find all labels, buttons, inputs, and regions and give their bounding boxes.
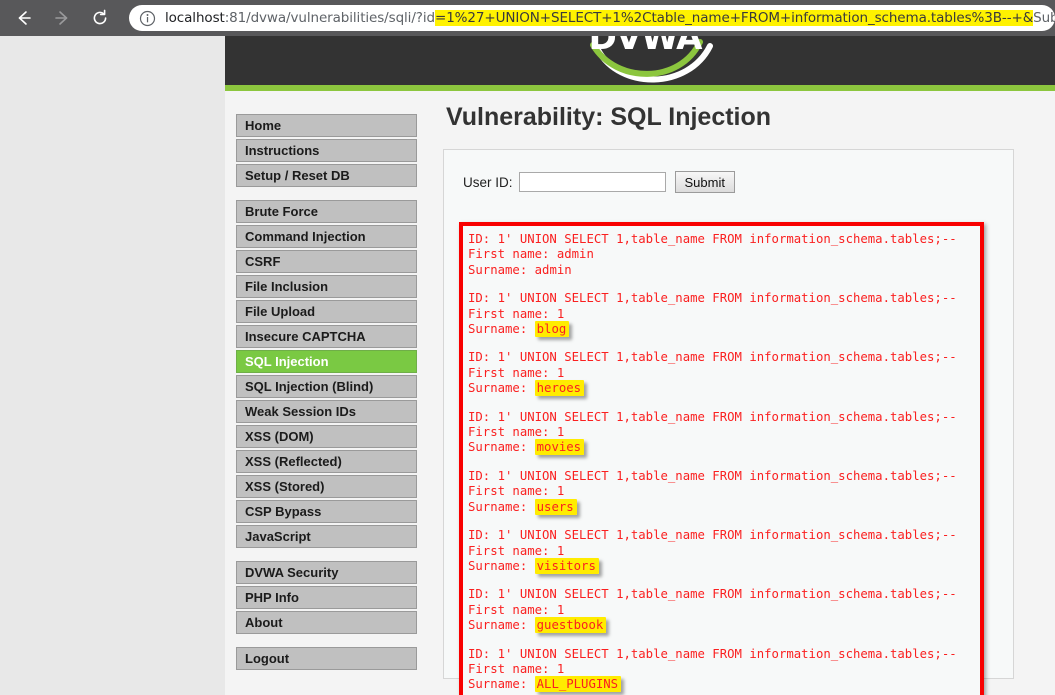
sql-results-annotation-box: ID: 1' UNION SELECT 1,table_name FROM in… <box>459 222 984 695</box>
result-firstname-line: First name: 1 <box>468 366 980 381</box>
result-block: ID: 1' UNION SELECT 1,table_name FROM in… <box>468 469 980 515</box>
result-block: ID: 1' UNION SELECT 1,table_name FROM in… <box>468 350 980 396</box>
sidebar-item-file-upload[interactable]: File Upload <box>236 300 417 323</box>
result-block: ID: 1' UNION SELECT 1,table_name FROM in… <box>468 528 980 574</box>
page-title: Vulnerability: SQL Injection <box>446 103 1043 132</box>
result-surname-label: Surname: <box>468 559 535 573</box>
result-surname-label: Surname: <box>468 618 535 632</box>
result-surname-line: Surname: users <box>468 500 980 515</box>
result-surname-label: Surname: <box>468 677 535 691</box>
result-surname-line: Surname: admin <box>468 263 980 278</box>
result-id-line: ID: 1' UNION SELECT 1,table_name FROM in… <box>468 647 980 662</box>
result-surname-line: Surname: blog <box>468 322 980 337</box>
back-arrow-icon[interactable] <box>9 3 39 33</box>
result-id-line: ID: 1' UNION SELECT 1,table_name FROM in… <box>468 469 980 484</box>
dvwa-header-banner: DVWA <box>225 36 1055 85</box>
sidebar-item-instructions[interactable]: Instructions <box>236 139 417 162</box>
result-surname-line: Surname: guestbook <box>468 618 980 633</box>
sidebar-item-dvwa-security[interactable]: DVWA Security <box>236 561 417 584</box>
url-tail: Submit=Submit# <box>1033 10 1055 26</box>
result-id-line: ID: 1' UNION SELECT 1,table_name FROM in… <box>468 410 980 425</box>
result-block: ID: 1' UNION SELECT 1,table_name FROM in… <box>468 232 980 278</box>
address-bar[interactable]: localhost:81/dvwa/vulnerabilities/sqli/?… <box>129 5 1055 31</box>
sidebar-item-insecure-captcha[interactable]: Insecure CAPTCHA <box>236 325 417 348</box>
highlighted-table-name: heroes <box>535 380 584 396</box>
main-panel: Vulnerability: SQL Injection User ID: Su… <box>443 103 1043 679</box>
result-surname-line: Surname: movies <box>468 440 980 455</box>
sidebar-item-xss-dom[interactable]: XSS (DOM) <box>236 425 417 448</box>
sidebar-item-home[interactable]: Home <box>236 114 417 137</box>
browser-toolbar: localhost:81/dvwa/vulnerabilities/sqli/?… <box>0 0 1055 36</box>
result-firstname-line: First name: 1 <box>468 307 980 322</box>
sidebar-item-xss-reflected[interactable]: XSS (Reflected) <box>236 450 417 473</box>
url-path: :81/dvwa/vulnerabilities/sqli/?id <box>225 10 435 26</box>
highlighted-table-name: visitors <box>535 558 599 574</box>
result-surname-label: Surname: <box>468 263 535 277</box>
result-surname-label: Surname: <box>468 322 535 336</box>
sidebar-item-file-inclusion[interactable]: File Inclusion <box>236 275 417 298</box>
result-id-line: ID: 1' UNION SELECT 1,table_name FROM in… <box>468 232 980 247</box>
highlighted-table-name: guestbook <box>535 617 607 633</box>
sidebar-group: Brute ForceCommand InjectionCSRFFile Inc… <box>236 200 417 548</box>
sidebar-nav: HomeInstructionsSetup / Reset DB Brute Fo… <box>236 114 417 683</box>
sidebar-group: HomeInstructionsSetup / Reset DB <box>236 114 417 187</box>
result-surname-line: Surname: heroes <box>468 381 980 396</box>
sidebar-item-csrf[interactable]: CSRF <box>236 250 417 273</box>
result-surname-line: Surname: visitors <box>468 559 980 574</box>
highlighted-table-name: blog <box>535 321 570 337</box>
sidebar-item-weak-session-ids[interactable]: Weak Session IDs <box>236 400 417 423</box>
result-firstname-line: First name: 1 <box>468 544 980 559</box>
submit-button[interactable]: Submit <box>675 171 735 193</box>
sidebar-item-logout[interactable]: Logout <box>236 647 417 670</box>
user-id-form: User ID: Submit <box>463 171 1013 193</box>
sidebar-item-about[interactable]: About <box>236 611 417 634</box>
result-block: ID: 1' UNION SELECT 1,table_name FROM in… <box>468 647 980 693</box>
sidebar-item-command-injection[interactable]: Command Injection <box>236 225 417 248</box>
result-id-line: ID: 1' UNION SELECT 1,table_name FROM in… <box>468 350 980 365</box>
sidebar-group: Logout <box>236 647 417 670</box>
address-bar-text: localhost:81/dvwa/vulnerabilities/sqli/?… <box>165 5 1055 31</box>
result-block: ID: 1' UNION SELECT 1,table_name FROM in… <box>468 587 980 633</box>
result-id-line: ID: 1' UNION SELECT 1,table_name FROM in… <box>468 587 980 602</box>
result-id-line: ID: 1' UNION SELECT 1,table_name FROM in… <box>468 291 980 306</box>
site-info-icon[interactable] <box>139 10 156 27</box>
sidebar-item-php-info[interactable]: PHP Info <box>236 586 417 609</box>
sql-results-output: ID: 1' UNION SELECT 1,table_name FROM in… <box>468 232 980 695</box>
result-surname-line: Surname: ALL_PLUGINS <box>468 677 980 692</box>
sidebar-item-xss-stored[interactable]: XSS (Stored) <box>236 475 417 498</box>
browser-viewport: DVWA HomeInstructionsSetup / Reset DB Bru… <box>0 36 1055 695</box>
reload-icon[interactable] <box>85 3 115 33</box>
vulnerability-box: User ID: Submit ID: 1' UNION SELECT 1,ta… <box>443 149 1014 679</box>
user-id-input[interactable] <box>519 172 666 192</box>
sidebar-item-setup-reset-db[interactable]: Setup / Reset DB <box>236 164 417 187</box>
sidebar-item-brute-force[interactable]: Brute Force <box>236 200 417 223</box>
highlighted-table-name: users <box>535 499 577 515</box>
result-firstname-line: First name: 1 <box>468 484 980 499</box>
sidebar-group: DVWA SecurityPHP InfoAbout <box>236 561 417 634</box>
result-surname-label: Surname: <box>468 440 535 454</box>
forward-arrow-icon[interactable] <box>47 3 77 33</box>
sidebar-item-sql-injection-blind[interactable]: SQL Injection (Blind) <box>236 375 417 398</box>
dvwa-page: DVWA HomeInstructionsSetup / Reset DB Bru… <box>225 36 1055 695</box>
sidebar-item-javascript[interactable]: JavaScript <box>236 525 417 548</box>
result-block: ID: 1' UNION SELECT 1,table_name FROM in… <box>468 410 980 456</box>
highlighted-table-name: movies <box>535 439 584 455</box>
result-firstname-line: First name: admin <box>468 247 980 262</box>
url-host: localhost <box>165 10 225 26</box>
highlighted-table-name: ALL_PLUGINS <box>535 676 621 692</box>
result-id-line: ID: 1' UNION SELECT 1,table_name FROM in… <box>468 528 980 543</box>
user-id-label: User ID: <box>463 175 513 190</box>
sidebar-item-sql-injection[interactable]: SQL Injection <box>236 350 417 373</box>
result-surname-value: admin <box>535 263 572 277</box>
sidebar-item-csp-bypass[interactable]: CSP Bypass <box>236 500 417 523</box>
page-content: HomeInstructionsSetup / Reset DB Brute Fo… <box>225 91 1055 695</box>
result-surname-label: Surname: <box>468 500 535 514</box>
dvwa-logo[interactable]: DVWA <box>560 36 730 85</box>
url-selected-query: =1%27+UNION+SELECT+1%2Ctable_name+FROM+i… <box>435 10 1033 26</box>
result-surname-label: Surname: <box>468 381 535 395</box>
dvwa-logo-text: DVWA <box>560 36 730 58</box>
result-firstname-line: First name: 1 <box>468 603 980 618</box>
result-block: ID: 1' UNION SELECT 1,table_name FROM in… <box>468 291 980 337</box>
